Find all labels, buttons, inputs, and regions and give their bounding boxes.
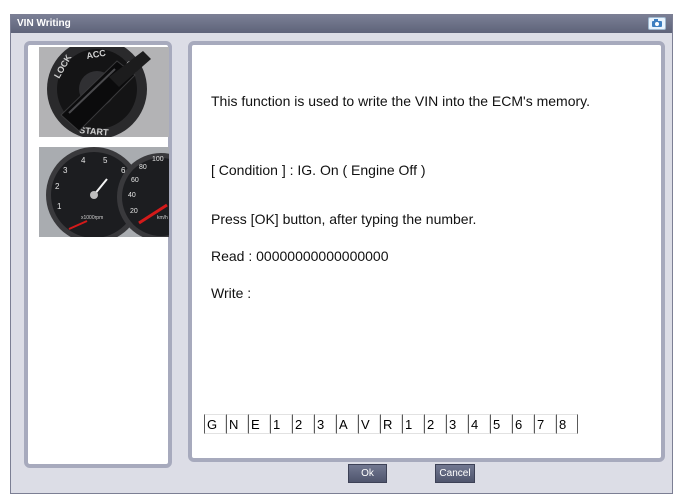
speedo-tick-20: 20 bbox=[130, 208, 138, 215]
vin-char-input-8[interactable]: V bbox=[358, 414, 380, 434]
read-value-text: Read : 00000000000000000 bbox=[211, 248, 389, 264]
write-label: Write : bbox=[211, 285, 252, 301]
vin-char-input-16[interactable]: 7 bbox=[534, 414, 556, 434]
vin-input-row: G N E 1 2 3 A V R 1 2 3 4 5 6 7 8 bbox=[204, 414, 578, 434]
vin-char-input-12[interactable]: 3 bbox=[446, 414, 468, 434]
vin-char-input-7[interactable]: A bbox=[336, 414, 358, 434]
cancel-button[interactable]: Cancel bbox=[435, 464, 475, 483]
window-title: VIN Writing bbox=[17, 18, 71, 29]
vin-char-input-5[interactable]: 2 bbox=[292, 414, 314, 434]
vin-char-input-4[interactable]: 1 bbox=[270, 414, 292, 434]
tach-unit: x1000rpm bbox=[81, 215, 103, 221]
vin-writing-window: VIN Writing LOCK ACC ON START bbox=[10, 14, 673, 494]
tach-tick-2: 2 bbox=[55, 182, 60, 191]
speedo-tick-100: 100 bbox=[152, 156, 164, 163]
vin-char-input-1[interactable]: G bbox=[204, 414, 226, 434]
ignition-key-image: LOCK ACC ON START bbox=[39, 47, 169, 137]
speedo-tick-60: 60 bbox=[131, 177, 139, 184]
vin-char-input-17[interactable]: 8 bbox=[556, 414, 578, 434]
speedo-unit: km/h bbox=[157, 215, 168, 221]
instrument-cluster-image: 1 2 3 4 5 6 x1000rpm 20 40 60 80 100 km/… bbox=[39, 147, 169, 237]
camera-icon[interactable] bbox=[648, 17, 666, 30]
left-image-panel: LOCK ACC ON START 1 2 3 bbox=[24, 41, 172, 468]
tach-tick-3: 3 bbox=[63, 166, 68, 175]
vin-char-input-2[interactable]: N bbox=[226, 414, 248, 434]
tach-tick-6: 6 bbox=[121, 166, 126, 175]
instrument-cluster-svg: 1 2 3 4 5 6 x1000rpm 20 40 60 80 100 km/… bbox=[39, 147, 169, 237]
vin-char-input-10[interactable]: 1 bbox=[402, 414, 424, 434]
condition-text: [ Condition ] : IG. On ( Engine Off ) bbox=[211, 162, 426, 178]
speedo-tick-40: 40 bbox=[128, 192, 136, 199]
vin-char-input-14[interactable]: 5 bbox=[490, 414, 512, 434]
vin-char-input-11[interactable]: 2 bbox=[424, 414, 446, 434]
tach-tick-4: 4 bbox=[81, 156, 86, 165]
vin-char-input-13[interactable]: 4 bbox=[468, 414, 490, 434]
tach-tick-1: 1 bbox=[57, 202, 62, 211]
title-bar: VIN Writing bbox=[11, 15, 672, 33]
instruction-text: Press [OK] button, after typing the numb… bbox=[211, 211, 477, 227]
vin-char-input-9[interactable]: R bbox=[380, 414, 402, 434]
ignition-key-svg: LOCK ACC ON START bbox=[39, 47, 169, 137]
main-content-panel: This function is used to write the VIN i… bbox=[188, 41, 665, 462]
description-text: This function is used to write the VIN i… bbox=[211, 93, 590, 109]
vin-char-input-3[interactable]: E bbox=[248, 414, 270, 434]
vin-char-input-6[interactable]: 3 bbox=[314, 414, 336, 434]
vin-char-input-15[interactable]: 6 bbox=[512, 414, 534, 434]
tach-tick-5: 5 bbox=[103, 156, 108, 165]
speedo-tick-80: 80 bbox=[139, 164, 147, 171]
ok-button[interactable]: Ok bbox=[348, 464, 387, 483]
camera-icon-lens bbox=[655, 22, 659, 26]
